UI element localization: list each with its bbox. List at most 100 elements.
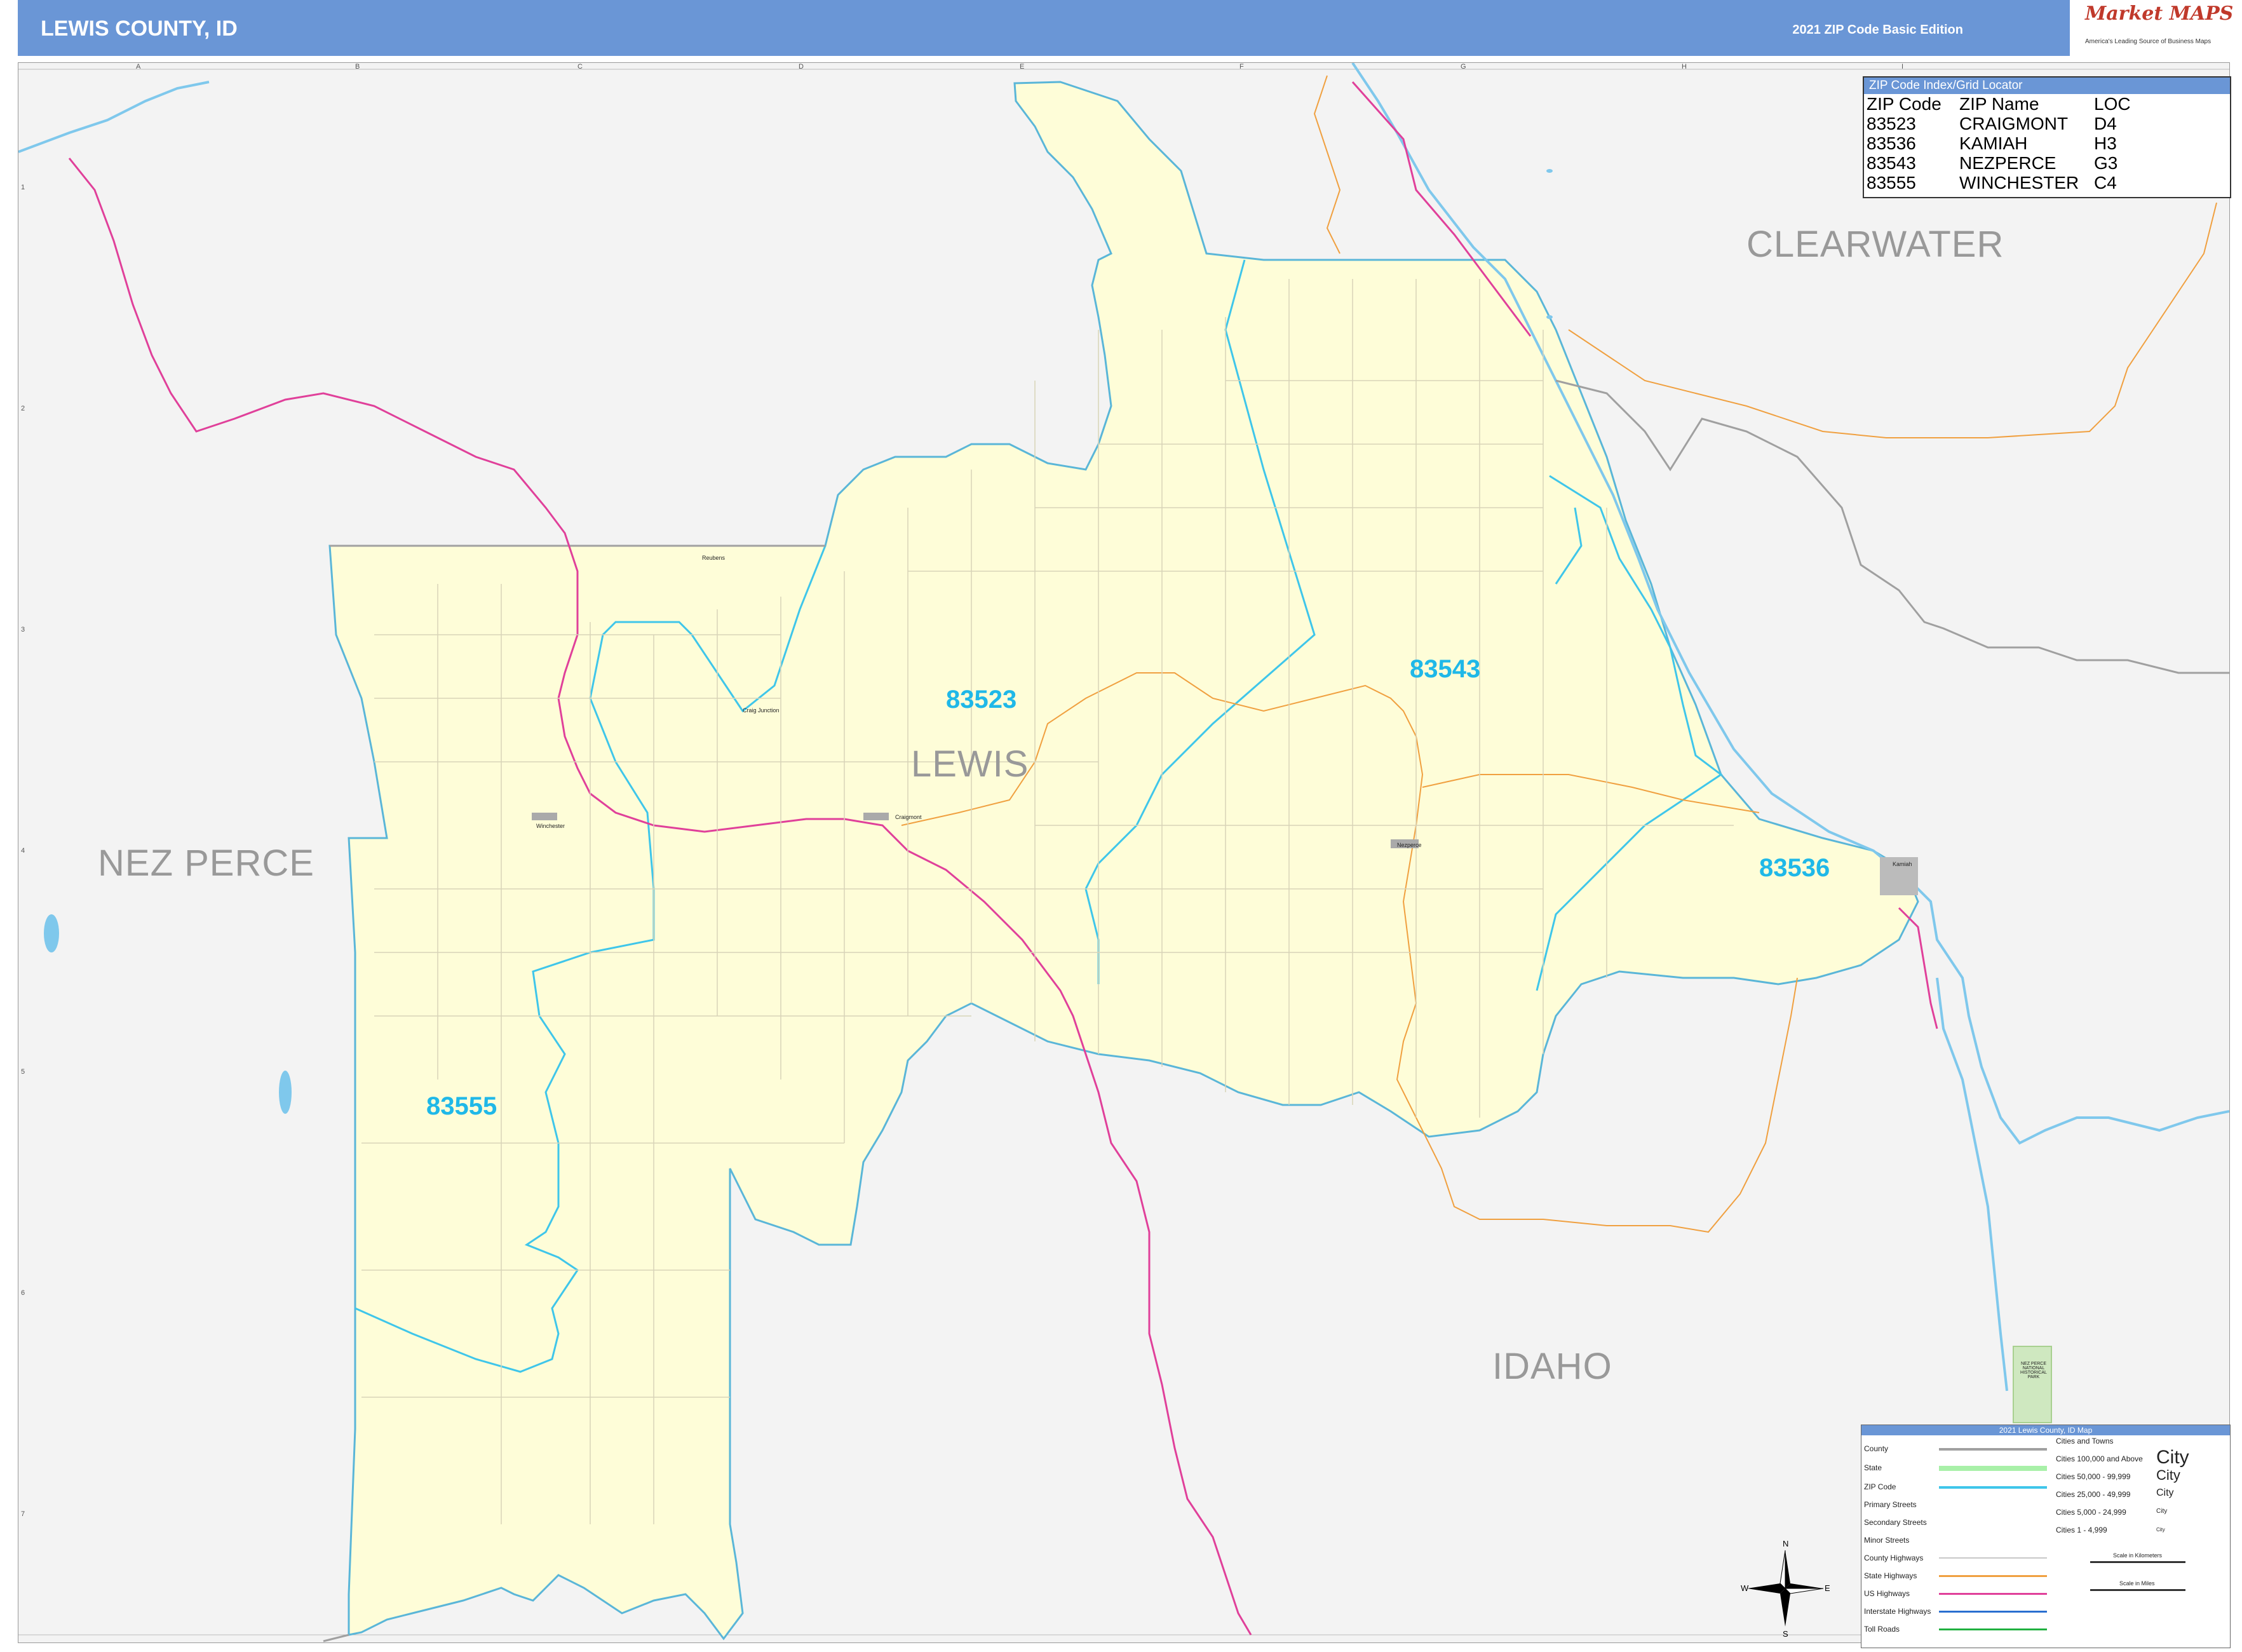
legend-city-class-5: Cities 1 - 4,999 <box>2056 1526 2107 1534</box>
legend-scale-mi-bar <box>2090 1589 2185 1591</box>
map-area[interactable]: A B C D E F G H I 1 2 3 4 5 6 7 CLEARWAT… <box>18 62 2230 1643</box>
logo-name: Market MAPS <box>2085 3 2234 25</box>
grid-col-d: D <box>799 63 804 71</box>
legend-us-hwy: US Highways <box>1864 1589 1910 1598</box>
index-loc: C4 <box>2094 173 2117 193</box>
legend-state-line <box>1939 1466 2047 1471</box>
legend-county-line <box>1939 1448 2047 1451</box>
zip-label-83555: 83555 <box>426 1092 497 1120</box>
park-label: NEZ PERCE NATIONAL HISTORICAL PARK <box>2020 1362 2047 1379</box>
legend-primary: Primary Streets <box>1864 1500 1917 1509</box>
grid-col-b: B <box>355 63 360 71</box>
index-header-zip: ZIP Code <box>1867 94 1941 114</box>
city-craigmont: Craigmont <box>895 814 922 820</box>
index-zip: 83523 <box>1867 114 1916 133</box>
region-lewis: LEWIS <box>911 743 1029 785</box>
index-name: WINCHESTER <box>1959 173 2079 193</box>
zip-index-row: 83536 KAMIAH H3 <box>1864 133 2230 153</box>
legend-minor: Minor Streets <box>1864 1536 1910 1545</box>
grid-col-i: I <box>1901 63 1904 71</box>
zip-index-row: 83523 CRAIGMONT D4 <box>1864 114 2230 133</box>
legend-us-hwy-line <box>1939 1593 2047 1595</box>
index-zip: 83555 <box>1867 173 1916 193</box>
zip-index-title: ZIP Code Index/Grid Locator <box>1864 78 2230 94</box>
grid-row-4: 4 <box>21 847 25 855</box>
legend-state-hwy: State Highways <box>1864 1571 1917 1580</box>
grid-col-f: F <box>1239 63 1244 71</box>
legend-toll-line <box>1939 1628 2047 1630</box>
legend-county-hwy-line <box>1939 1557 2047 1559</box>
index-loc: G3 <box>2094 153 2118 173</box>
zip-label-83523: 83523 <box>946 686 1017 714</box>
legend-city-sample-3: City <box>2156 1487 2174 1498</box>
map-canvas <box>18 63 2229 1642</box>
zip-index-row: 83555 WINCHESTER C4 <box>1864 173 2230 193</box>
lewis-county-shape <box>328 81 1919 1641</box>
map-legend: 2021 Lewis County, ID Map County State Z… <box>1861 1425 2231 1648</box>
compass-w: W <box>1741 1583 1749 1593</box>
legend-zip: ZIP Code <box>1864 1482 1896 1491</box>
index-name: KAMIAH <box>1959 133 2028 153</box>
index-zip: 83543 <box>1867 153 1916 173</box>
edition-label: 2021 ZIP Code Basic Edition <box>1792 23 1963 37</box>
publisher-logo: Market MAPS America's Leading Source of … <box>2070 0 2235 56</box>
index-header-name: ZIP Name <box>1959 94 2039 114</box>
grid-col-h: H <box>1682 63 1687 71</box>
legend-scale-km-bar <box>2090 1561 2185 1563</box>
legend-city-class-1: Cities 100,000 and Above <box>2056 1454 2143 1463</box>
grid-row-2: 2 <box>21 405 25 412</box>
compass-n: N <box>1783 1539 1788 1548</box>
legend-scale-mi: Scale in Miles <box>2119 1580 2155 1587</box>
grid-col-a: A <box>136 63 141 71</box>
index-name: NEZPERCE <box>1959 153 2056 173</box>
map-header: LEWIS COUNTY, ID 2021 ZIP Code Basic Edi… <box>18 0 2070 56</box>
region-idaho: IDAHO <box>1492 1346 1612 1387</box>
legend-scale-km: Scale in Kilometers <box>2113 1552 2163 1559</box>
compass-s: S <box>1783 1629 1788 1639</box>
legend-zip-line <box>1939 1486 2047 1489</box>
legend-cities-header: Cities and Towns <box>2056 1437 2114 1446</box>
grid-row-6: 6 <box>21 1289 25 1297</box>
index-header-loc: LOC <box>2094 94 2131 114</box>
legend-city-sample-1: City <box>2156 1447 2189 1468</box>
legend-state: State <box>1864 1463 1882 1472</box>
legend-city-sample-4: City <box>2156 1508 2168 1515</box>
park-area <box>2013 1346 2052 1423</box>
map-title: LEWIS COUNTY, ID <box>41 17 238 41</box>
zip-label-83536: 83536 <box>1759 854 1830 882</box>
grid-row-1: 1 <box>21 184 25 191</box>
legend-city-class-3: Cities 25,000 - 49,999 <box>2056 1490 2131 1499</box>
index-loc: D4 <box>2094 114 2117 133</box>
grid-col-c: C <box>577 63 583 71</box>
compass-e: E <box>1825 1583 1830 1593</box>
legend-city-class-2: Cities 50,000 - 99,999 <box>2056 1472 2131 1481</box>
index-zip: 83536 <box>1867 133 1916 153</box>
zip-label-83543: 83543 <box>1410 655 1481 683</box>
legend-city-sample-2: City <box>2156 1467 2180 1483</box>
legend-toll: Toll Roads <box>1864 1625 1900 1634</box>
city-winchester: Winchester <box>536 823 565 829</box>
city-craig-junction: Craig Junction <box>743 707 780 714</box>
grid-row-7: 7 <box>21 1510 25 1518</box>
city-nezperce: Nezperce <box>1397 842 1422 848</box>
zip-index-header: ZIP Code ZIP Name LOC <box>1864 94 2230 114</box>
region-clearwater: CLEARWATER <box>1746 224 2004 265</box>
grid-col-e: E <box>1020 63 1025 71</box>
index-loc: H3 <box>2094 133 2117 153</box>
legend-title: 2021 Lewis County, ID Map <box>1861 1425 2230 1435</box>
logo-tagline: America's Leading Source of Business Map… <box>2085 38 2212 45</box>
legend-interstate-line <box>1939 1611 2047 1613</box>
city-kamiah: Kamiah <box>1893 861 1912 867</box>
city-reubens: Reubens <box>702 555 726 561</box>
index-name: CRAIGMONT <box>1959 114 2069 133</box>
legend-city-sample-5: City <box>2156 1527 2165 1533</box>
legend-county-hwy: County Highways <box>1864 1554 1924 1562</box>
compass-rose: N S W E <box>1741 1539 1830 1639</box>
grid-row-5: 5 <box>21 1068 25 1076</box>
legend-secondary: Secondary Streets <box>1864 1518 1927 1527</box>
grid-col-g: G <box>1461 63 1466 71</box>
legend-state-hwy-line <box>1939 1575 2047 1577</box>
region-nez-perce: NEZ PERCE <box>98 843 314 884</box>
legend-interstate: Interstate Highways <box>1864 1607 1931 1616</box>
legend-city-class-4: Cities 5,000 - 24,999 <box>2056 1508 2126 1517</box>
